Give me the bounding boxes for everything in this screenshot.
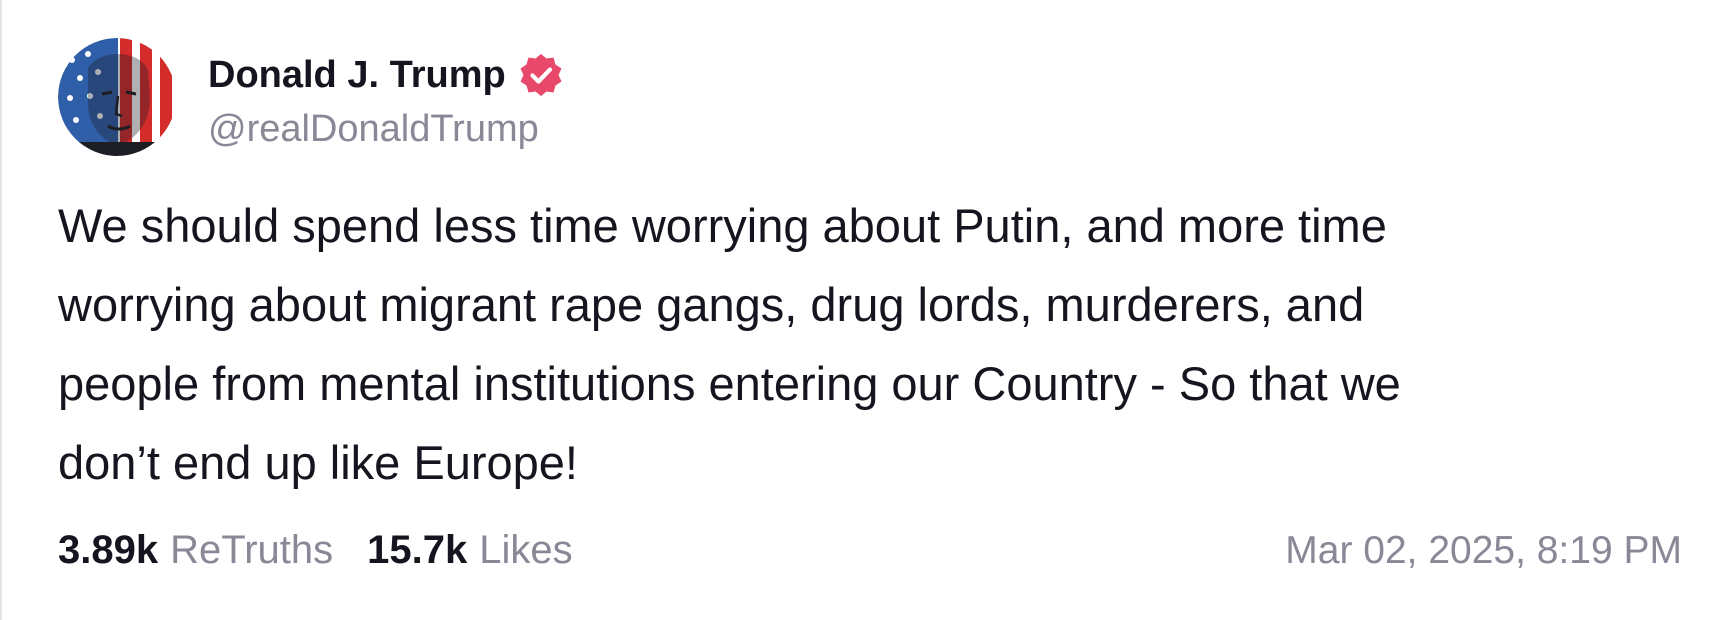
display-name[interactable]: Donald J. Trump	[208, 54, 506, 97]
retruths-label: ReTruths	[170, 528, 334, 572]
likes-label: Likes	[479, 528, 573, 572]
truth-post-card: Donald J. Trump @realDonaldTrump We shou…	[0, 0, 1724, 620]
post-header: Donald J. Trump @realDonaldTrump	[58, 38, 564, 156]
avatar-flag-portrait-icon	[58, 38, 176, 156]
retruths-count: 3.89k	[58, 528, 159, 572]
likes-count: 15.7k	[367, 528, 468, 572]
retruths-stat[interactable]: 3.89k ReTruths	[58, 528, 333, 573]
author-info: Donald J. Trump @realDonaldTrump	[208, 50, 564, 151]
avatar[interactable]	[58, 38, 176, 156]
post-footer: 3.89k ReTruths 15.7k Likes Mar 02, 2025,…	[58, 528, 1682, 573]
display-name-row: Donald J. Trump	[208, 50, 564, 100]
post-timestamp[interactable]: Mar 02, 2025, 8:19 PM	[1285, 529, 1682, 573]
author-handle[interactable]: @realDonaldTrump	[208, 108, 564, 151]
verified-badge-icon	[518, 52, 564, 98]
post-text: We should spend less time worrying about…	[58, 199, 1401, 489]
likes-stat[interactable]: 15.7k Likes	[367, 528, 573, 573]
